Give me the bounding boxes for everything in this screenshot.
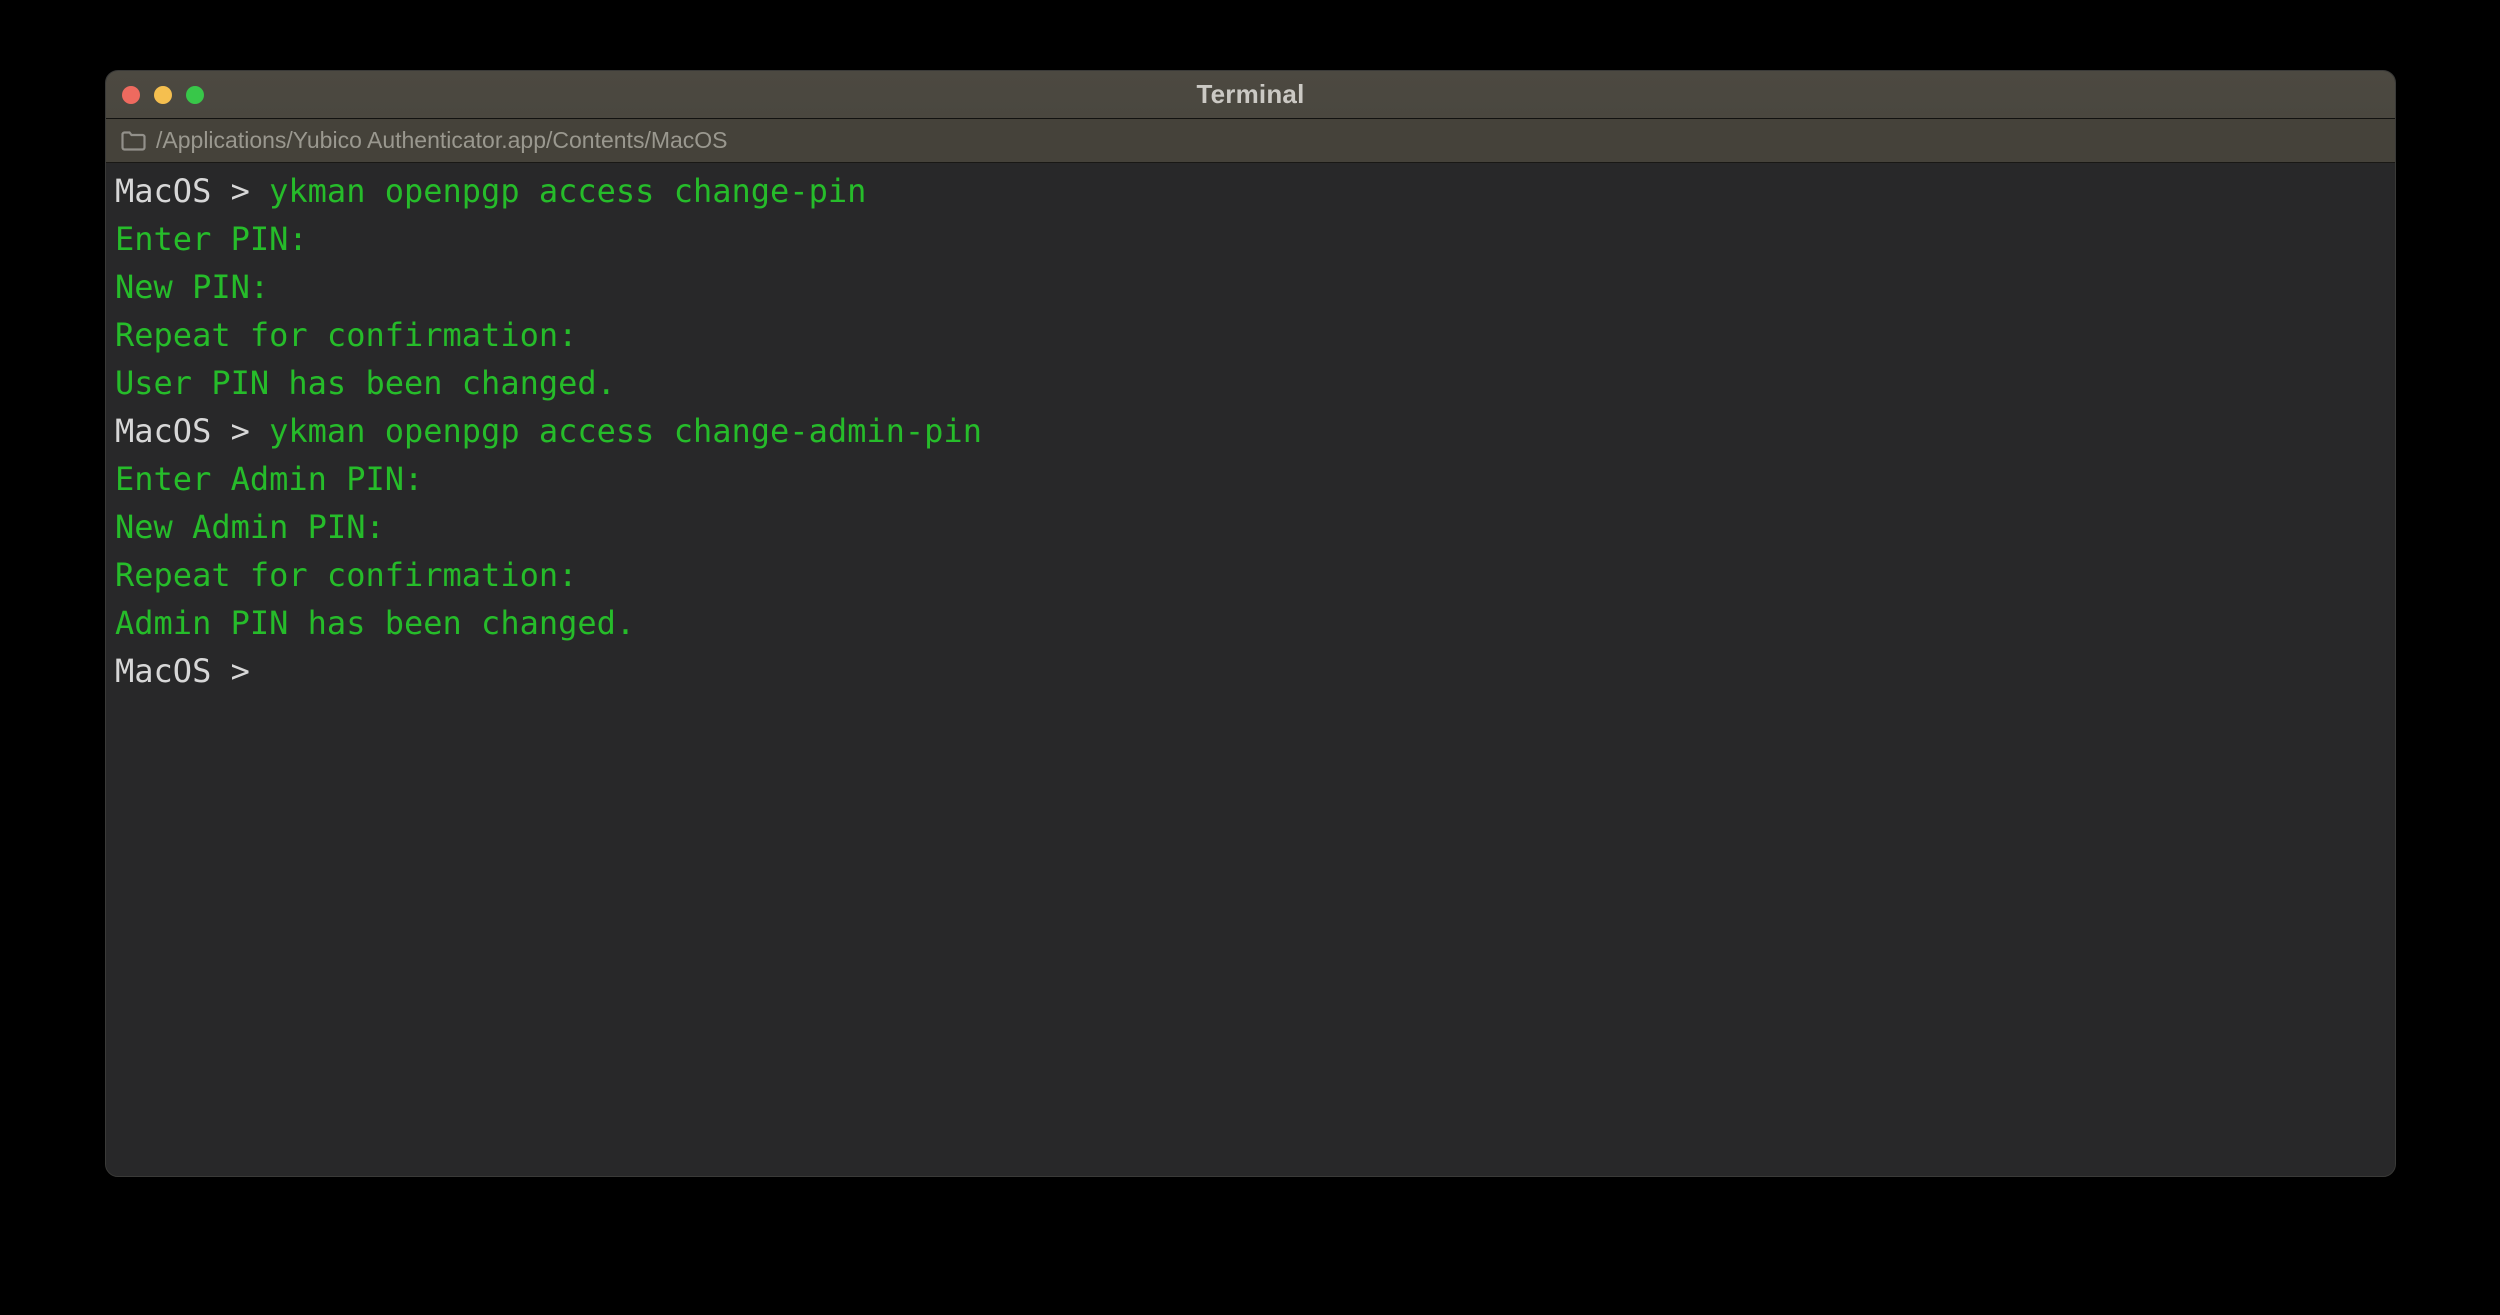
terminal-output: Enter PIN: xyxy=(115,220,308,258)
terminal-line: Admin PIN has been changed. xyxy=(115,599,2385,647)
terminal-content[interactable]: MacOS > ykman openpgp access change-pin … xyxy=(106,163,2395,1176)
working-directory-path: /Applications/Yubico Authenticator.app/C… xyxy=(156,127,728,153)
terminal-output: User PIN has been changed. xyxy=(115,364,616,402)
window-title: Terminal xyxy=(1196,79,1305,109)
shell-prompt: MacOS > xyxy=(115,412,270,450)
terminal-line: Enter PIN: xyxy=(115,215,2385,263)
shell-prompt: MacOS > xyxy=(115,172,270,210)
terminal-line: Repeat for confirmation: xyxy=(115,551,2385,599)
terminal-output: Enter Admin PIN: xyxy=(115,460,424,498)
terminal-output: Repeat for confirmation: xyxy=(115,316,578,354)
terminal-output: New Admin PIN: xyxy=(115,508,385,546)
folder-icon xyxy=(120,129,147,153)
minimize-button[interactable] xyxy=(154,86,172,104)
terminal-output: Repeat for confirmation: xyxy=(115,556,578,594)
terminal-line: Enter Admin PIN: xyxy=(115,455,2385,503)
desktop-background: Terminal /Applications/Yubico Authentica… xyxy=(0,0,2500,1315)
terminal-command: ykman openpgp access change-pin xyxy=(269,172,867,210)
zoom-button[interactable] xyxy=(186,86,204,104)
close-button[interactable] xyxy=(122,86,140,104)
terminal-line: New Admin PIN: xyxy=(115,503,2385,551)
traffic-light-buttons xyxy=(122,71,204,119)
terminal-window: Terminal /Applications/Yubico Authentica… xyxy=(105,70,2396,1177)
terminal-line: New PIN: xyxy=(115,263,2385,311)
terminal-line: MacOS > ykman openpgp access change-pin xyxy=(115,167,2385,215)
terminal-output: Admin PIN has been changed. xyxy=(115,604,636,642)
terminal-line: MacOS > ykman openpgp access change-admi… xyxy=(115,407,2385,455)
terminal-line: MacOS > xyxy=(115,647,2385,695)
tab-path-bar: /Applications/Yubico Authenticator.app/C… xyxy=(106,119,2395,163)
terminal-output: New PIN: xyxy=(115,268,270,306)
terminal-line: User PIN has been changed. xyxy=(115,359,2385,407)
window-titlebar[interactable]: Terminal xyxy=(106,71,2395,119)
terminal-command: ykman openpgp access change-admin-pin xyxy=(269,412,982,450)
terminal-line: Repeat for confirmation: xyxy=(115,311,2385,359)
shell-prompt: MacOS > xyxy=(115,652,270,690)
